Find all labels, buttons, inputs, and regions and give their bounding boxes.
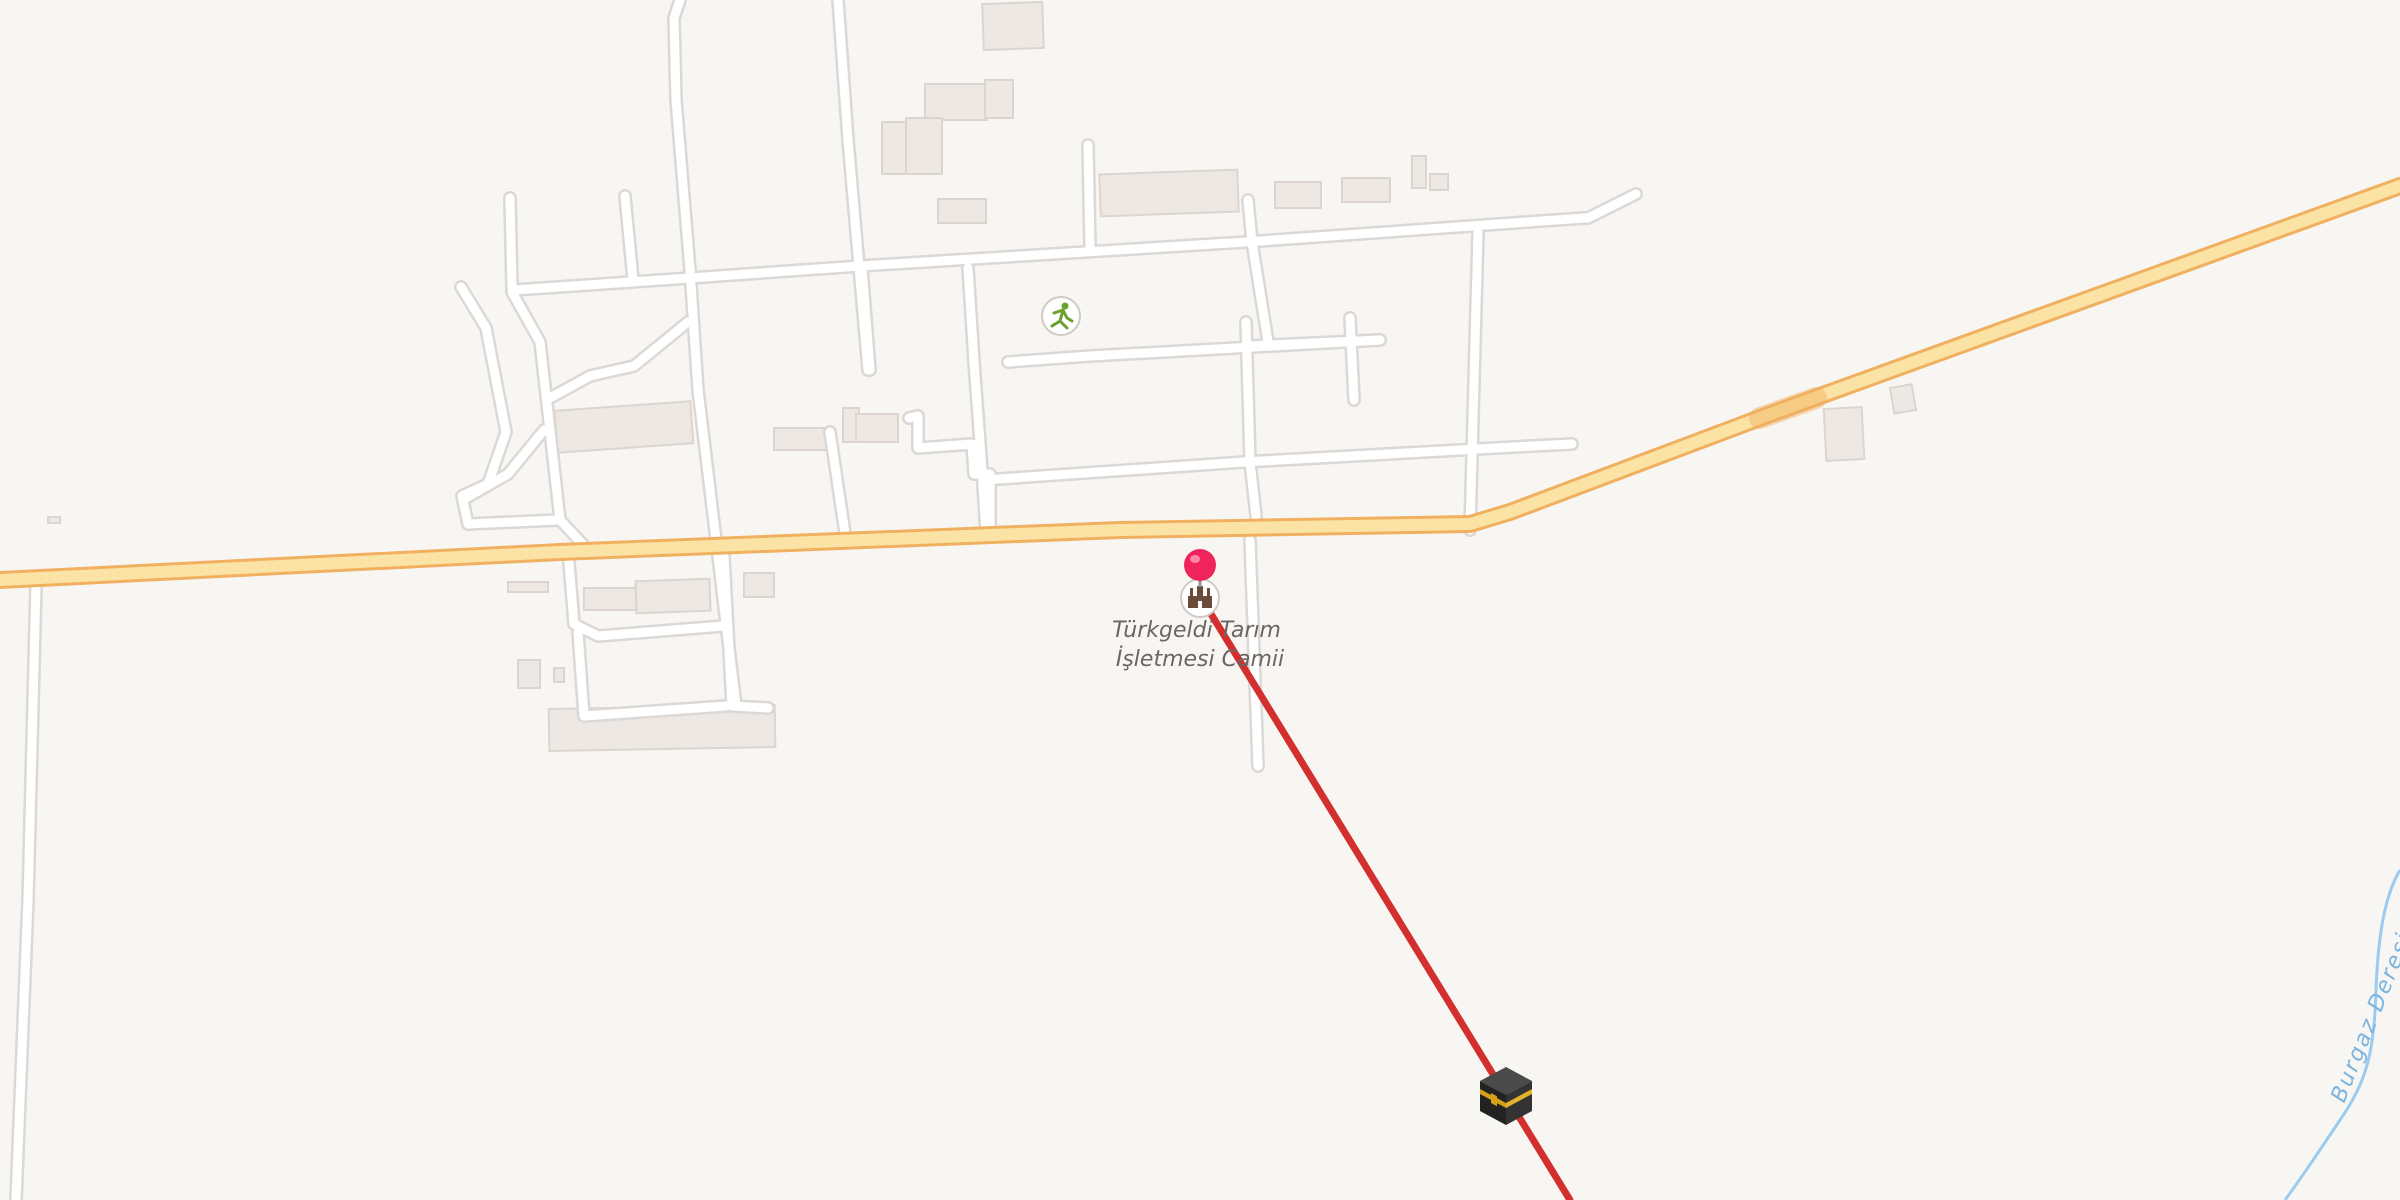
map-canvas[interactable]: Türkgeldi Tarım İşletmesi Camii Burgaz D…	[0, 0, 2400, 1200]
poi-label-line2: İşletmesi Camii	[1116, 646, 1284, 672]
poi-label-line1: Türkgeldi Tarım	[1112, 618, 1281, 643]
sports-running-icon[interactable]	[1041, 296, 1081, 336]
